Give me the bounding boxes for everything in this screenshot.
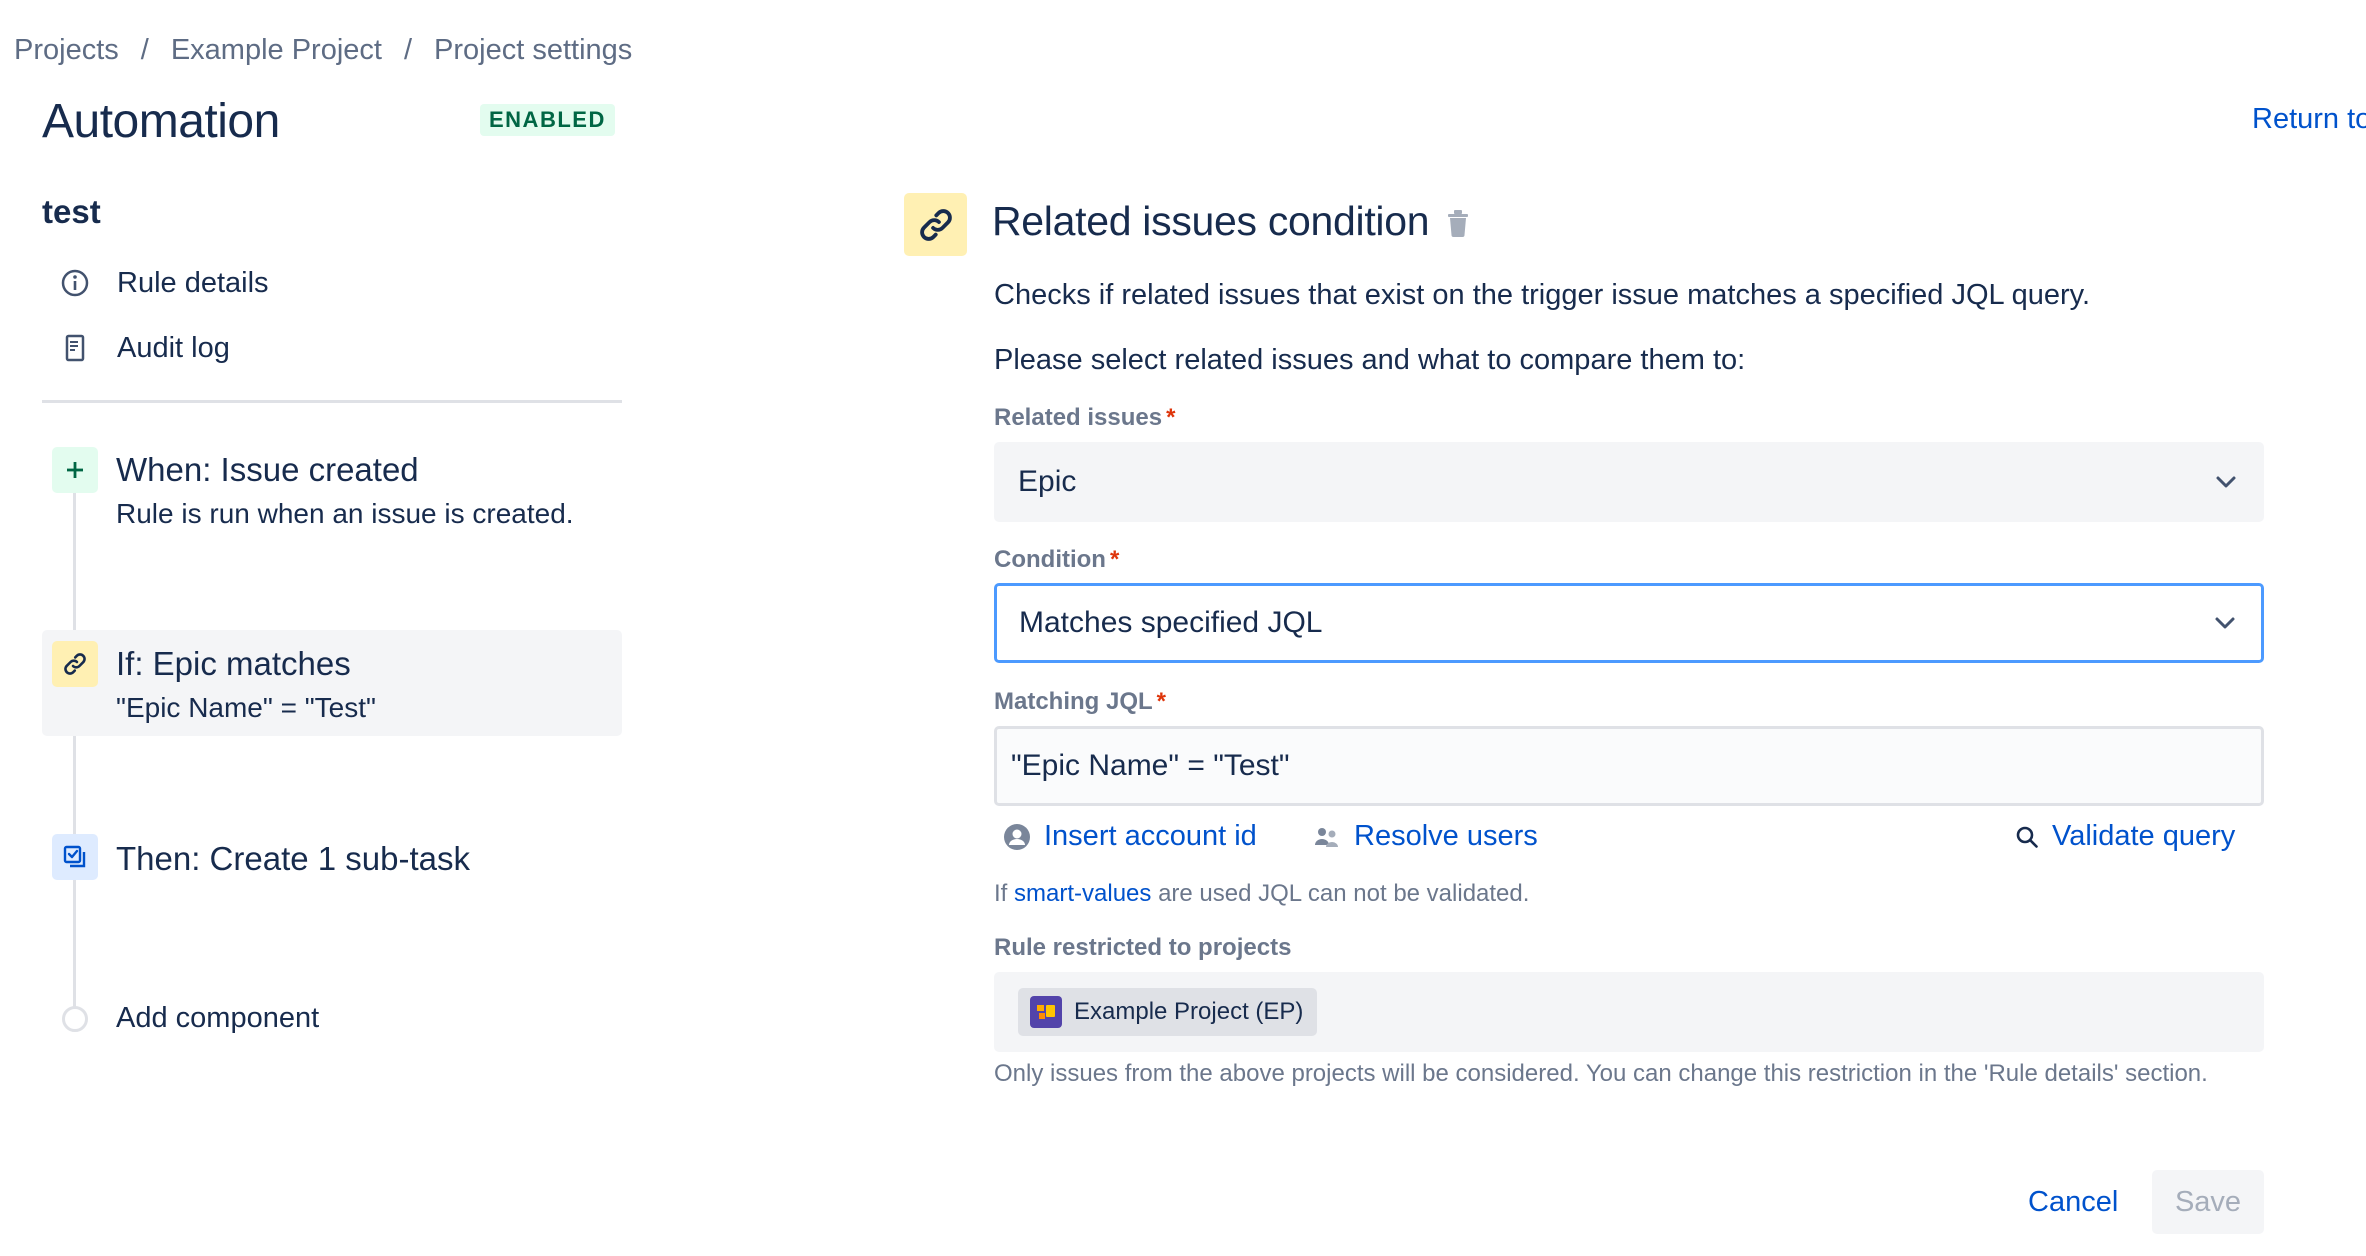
nav-label: Rule details <box>117 266 269 299</box>
user-avatar-icon <box>1002 822 1032 852</box>
step-title: If: Epic matches <box>116 645 351 682</box>
link-icon <box>52 641 98 687</box>
info-icon <box>58 266 92 300</box>
nav-rule-details[interactable]: Rule details <box>58 259 269 307</box>
chevron-down-icon <box>2215 617 2235 629</box>
timeline-line <box>73 478 76 1008</box>
sidebar-divider <box>42 400 622 403</box>
condition-value: Matches specified JQL <box>1019 606 1323 639</box>
breadcrumb-example-project[interactable]: Example Project <box>171 34 382 67</box>
breadcrumb-project-settings[interactable]: Project settings <box>434 34 632 67</box>
matching-jql-input[interactable]: "Epic Name" = "Test" <box>994 726 2264 806</box>
validate-query-button[interactable]: Validate query <box>2012 820 2235 853</box>
document-icon <box>58 331 92 365</box>
project-tag: Example Project (EP) <box>1018 988 1318 1036</box>
trash-icon[interactable] <box>1444 208 1472 238</box>
related-issues-label: Related issues * <box>994 404 1176 431</box>
step-subtitle: Rule is run when an issue is created. <box>116 498 574 529</box>
related-issues-value: Epic <box>1018 465 1077 498</box>
status-badge: ENABLED <box>480 104 615 136</box>
return-link[interactable]: Return to <box>2252 103 2366 136</box>
rule-name: test <box>42 193 101 230</box>
automation-rule-page: Projects / Example Project / Project set… <box>0 0 2366 1256</box>
resolve-users-button[interactable]: Resolve users <box>1312 820 1538 853</box>
add-component-link[interactable]: Add component <box>116 1002 319 1035</box>
step-title: When: Issue created <box>116 451 419 488</box>
people-icon <box>1312 822 1342 852</box>
smart-values-link[interactable]: smart-values <box>1014 880 1151 907</box>
cancel-button[interactable]: Cancel <box>2012 1170 2134 1234</box>
matching-jql-label: Matching JQL * <box>994 688 1167 715</box>
page-title: Automation <box>42 95 280 148</box>
panel-description: Checks if related issues that exist on t… <box>994 279 2091 311</box>
panel-title: Related issues condition <box>992 198 1430 244</box>
step-subtitle: "Epic Name" = "Test" <box>116 692 376 723</box>
breadcrumb-separator: / <box>140 33 149 66</box>
matching-jql-value: "Epic Name" = "Test" <box>1011 749 1290 782</box>
step-title: Then: Create 1 sub-task <box>116 840 471 877</box>
restricted-projects-label: Rule restricted to projects <box>994 934 1292 961</box>
related-issues-select[interactable]: Epic <box>994 442 2264 522</box>
insert-account-id-button[interactable]: Insert account id <box>1002 820 1257 853</box>
nav-label: Audit log <box>117 331 230 364</box>
condition-label: Condition * <box>994 546 1120 573</box>
smart-values-hint: If smart-values are used JQL can not be … <box>994 880 1530 907</box>
condition-select[interactable]: Matches specified JQL <box>994 583 2264 663</box>
chevron-down-icon <box>2216 476 2236 488</box>
breadcrumb-separator: / <box>403 33 413 66</box>
project-avatar-icon <box>1030 996 1062 1028</box>
panel-instruction: Please select related issues and what to… <box>994 344 1746 376</box>
restriction-footnote: Only issues from the above projects will… <box>994 1060 2208 1087</box>
save-button[interactable]: Save <box>2152 1170 2264 1234</box>
search-icon <box>2012 822 2042 852</box>
link-icon <box>904 193 967 256</box>
breadcrumb: Projects / Example Project / Project set… <box>14 30 632 70</box>
breadcrumb-projects[interactable]: Projects <box>14 34 119 67</box>
nav-audit-log[interactable]: Audit log <box>58 324 230 372</box>
add-component-circle-icon <box>62 1006 88 1032</box>
